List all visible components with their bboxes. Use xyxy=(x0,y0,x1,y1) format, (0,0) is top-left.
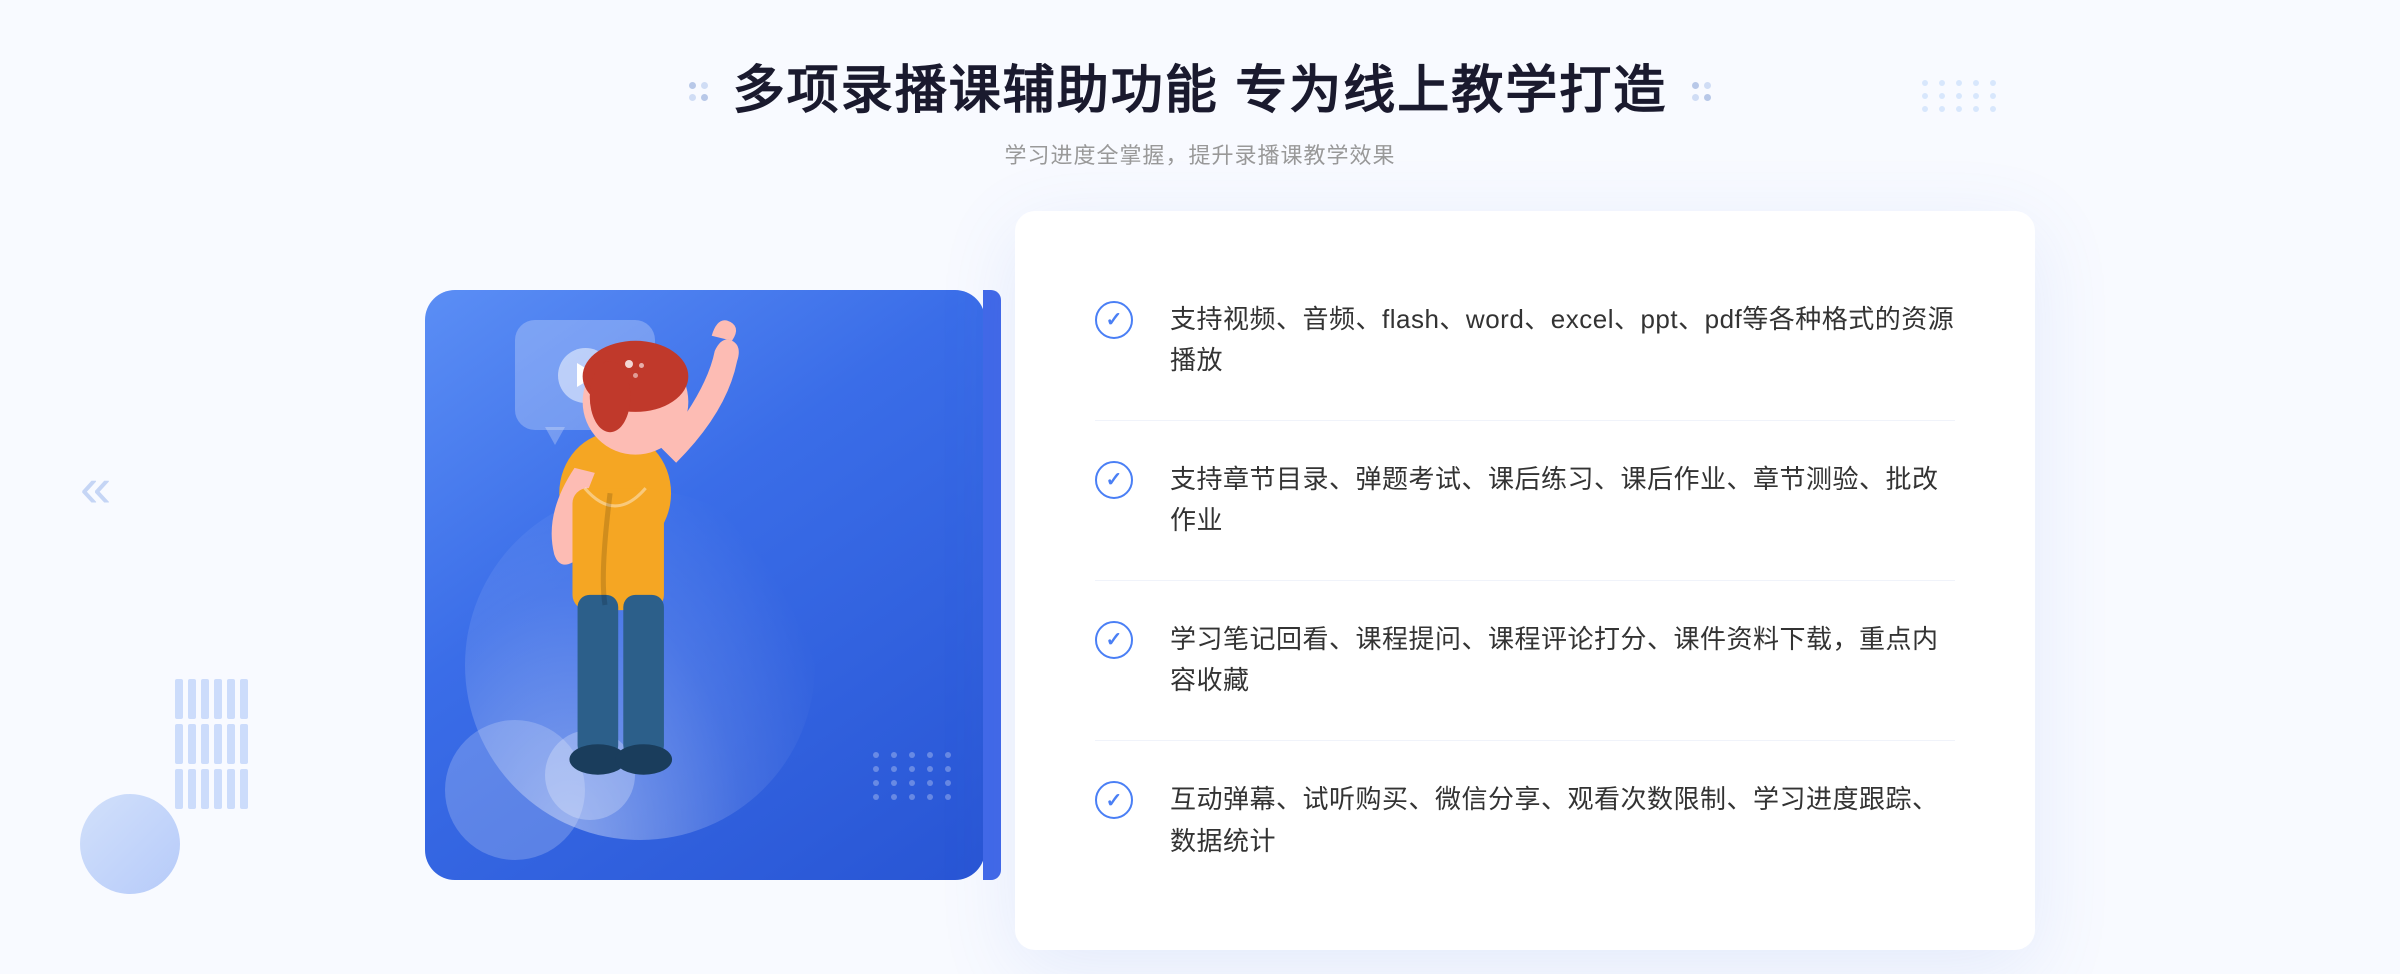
feature-item-3: ✓ 学习笔记回看、课程提问、课程评论打分、课件资料下载，重点内容收藏 xyxy=(1095,581,1955,741)
card-dots-grid xyxy=(873,752,955,800)
stripe-deco xyxy=(175,679,240,809)
main-title: 多项录播课辅助功能 专为线上教学打造 xyxy=(733,60,1667,122)
check-icon-4: ✓ xyxy=(1095,781,1135,821)
check-mark-3: ✓ xyxy=(1106,627,1123,652)
check-mark-1: ✓ xyxy=(1106,307,1123,332)
feature-item-1: ✓ 支持视频、音频、flash、word、excel、ppt、pdf等各种格式的… xyxy=(1095,261,1955,421)
feature-text-4: 互动弹幕、试听购买、微信分享、观看次数限制、学习进度跟踪、数据统计 xyxy=(1170,779,1955,862)
page-wrapper: 多项录播课辅助功能 专为线上教学打造 学习进度全掌握，提升录播课教学效果 « xyxy=(0,0,2400,974)
header-section: 多项录播课辅助功能 专为线上教学打造 学习进度全掌握，提升录播课教学效果 xyxy=(689,60,1711,170)
check-mark-2: ✓ xyxy=(1106,467,1123,492)
human-figure xyxy=(425,290,785,920)
feature-text-3: 学习笔记回看、课程提问、课程评论打分、课件资料下载，重点内容收藏 xyxy=(1170,619,1955,702)
feature-text-2: 支持章节目录、弹题考试、课后练习、课后作业、章节测验、批改作业 xyxy=(1170,459,1955,542)
subtitle: 学习进度全掌握，提升录播课教学效果 xyxy=(689,138,1711,170)
bottom-left-circle-deco xyxy=(80,794,180,894)
illustration-area xyxy=(365,240,1045,920)
check-icon-2: ✓ xyxy=(1095,461,1135,501)
check-icon-1: ✓ xyxy=(1095,301,1135,341)
header-decorators: 多项录播课辅助功能 专为线上教学打造 xyxy=(689,60,1711,122)
sparkle-near-figure xyxy=(625,360,644,378)
blue-strip-deco xyxy=(983,290,1001,880)
sparkle-left xyxy=(689,82,708,101)
check-icon-3: ✓ xyxy=(1095,621,1135,661)
check-mark-4: ✓ xyxy=(1106,788,1123,813)
feature-item-2: ✓ 支持章节目录、弹题考试、课后练习、课后作业、章节测验、批改作业 xyxy=(1095,421,1955,581)
decorative-dots-top-right xyxy=(1922,80,2000,112)
features-card: ✓ 支持视频、音频、flash、word、excel、ppt、pdf等各种格式的… xyxy=(1015,211,2035,951)
sparkle-right xyxy=(1692,82,1711,101)
feature-item-4: ✓ 互动弹幕、试听购买、微信分享、观看次数限制、学习进度跟踪、数据统计 xyxy=(1095,741,1955,900)
main-content: ✓ 支持视频、音频、flash、word、excel、ppt、pdf等各种格式的… xyxy=(300,220,2100,940)
feature-text-1: 支持视频、音频、flash、word、excel、ppt、pdf等各种格式的资源… xyxy=(1170,299,1955,382)
left-chevron-icon: « xyxy=(80,455,111,520)
